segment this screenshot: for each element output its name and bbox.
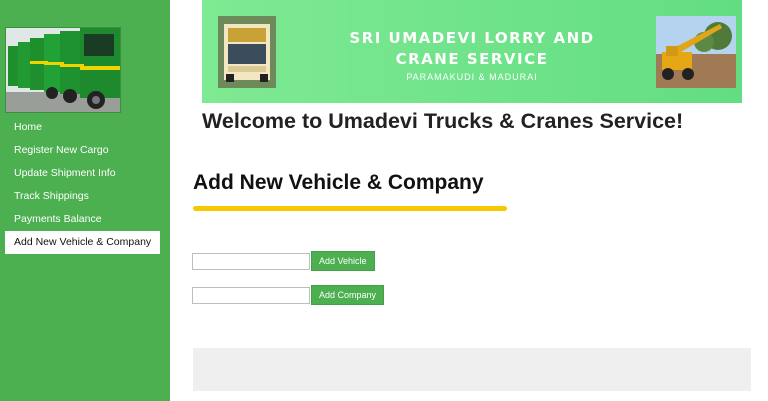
add-company-button[interactable]: Add Company <box>311 285 385 305</box>
banner-title-line2: CRANE SERVICE <box>395 50 549 68</box>
add-vehicle-form: Add Vehicle <box>192 251 375 271</box>
nav-track-shippings[interactable]: Track Shippings <box>5 185 160 208</box>
header-banner: SRI UMADEVI LORRY AND CRANE SERVICE PARA… <box>202 0 742 103</box>
add-vehicle-button[interactable]: Add Vehicle <box>311 251 375 271</box>
banner-subtitle: PARAMAKUDI & MADURAI <box>406 72 538 82</box>
welcome-heading: Welcome to Umadevi Trucks & Cranes Servi… <box>202 109 684 133</box>
vehicle-input[interactable] <box>192 252 310 270</box>
sidebar-trucks-image <box>5 27 121 113</box>
nav-add-new-vehicle-company[interactable]: Add New Vehicle & Company <box>5 231 160 254</box>
lorry-image <box>218 16 276 88</box>
banner-title-line1: SRI UMADEVI LORRY AND <box>349 29 595 47</box>
sidebar-nav: Home Register New Cargo Update Shipment … <box>5 116 160 254</box>
banner-title: SRI UMADEVI LORRY AND CRANE SERVICE <box>302 28 642 70</box>
nav-update-shipment-info[interactable]: Update Shipment Info <box>5 162 160 185</box>
nav-register-new-cargo[interactable]: Register New Cargo <box>5 139 160 162</box>
footer-panel <box>193 348 751 391</box>
company-input[interactable] <box>192 286 310 304</box>
add-company-form: Add Company <box>192 285 385 305</box>
nav-payments-balance[interactable]: Payments Balance <box>5 208 160 231</box>
nav-home[interactable]: Home <box>5 116 160 139</box>
title-underline <box>193 206 507 211</box>
crane-image <box>656 16 736 88</box>
sidebar: Home Register New Cargo Update Shipment … <box>0 0 170 401</box>
section-title: Add New Vehicle & Company <box>193 171 484 194</box>
